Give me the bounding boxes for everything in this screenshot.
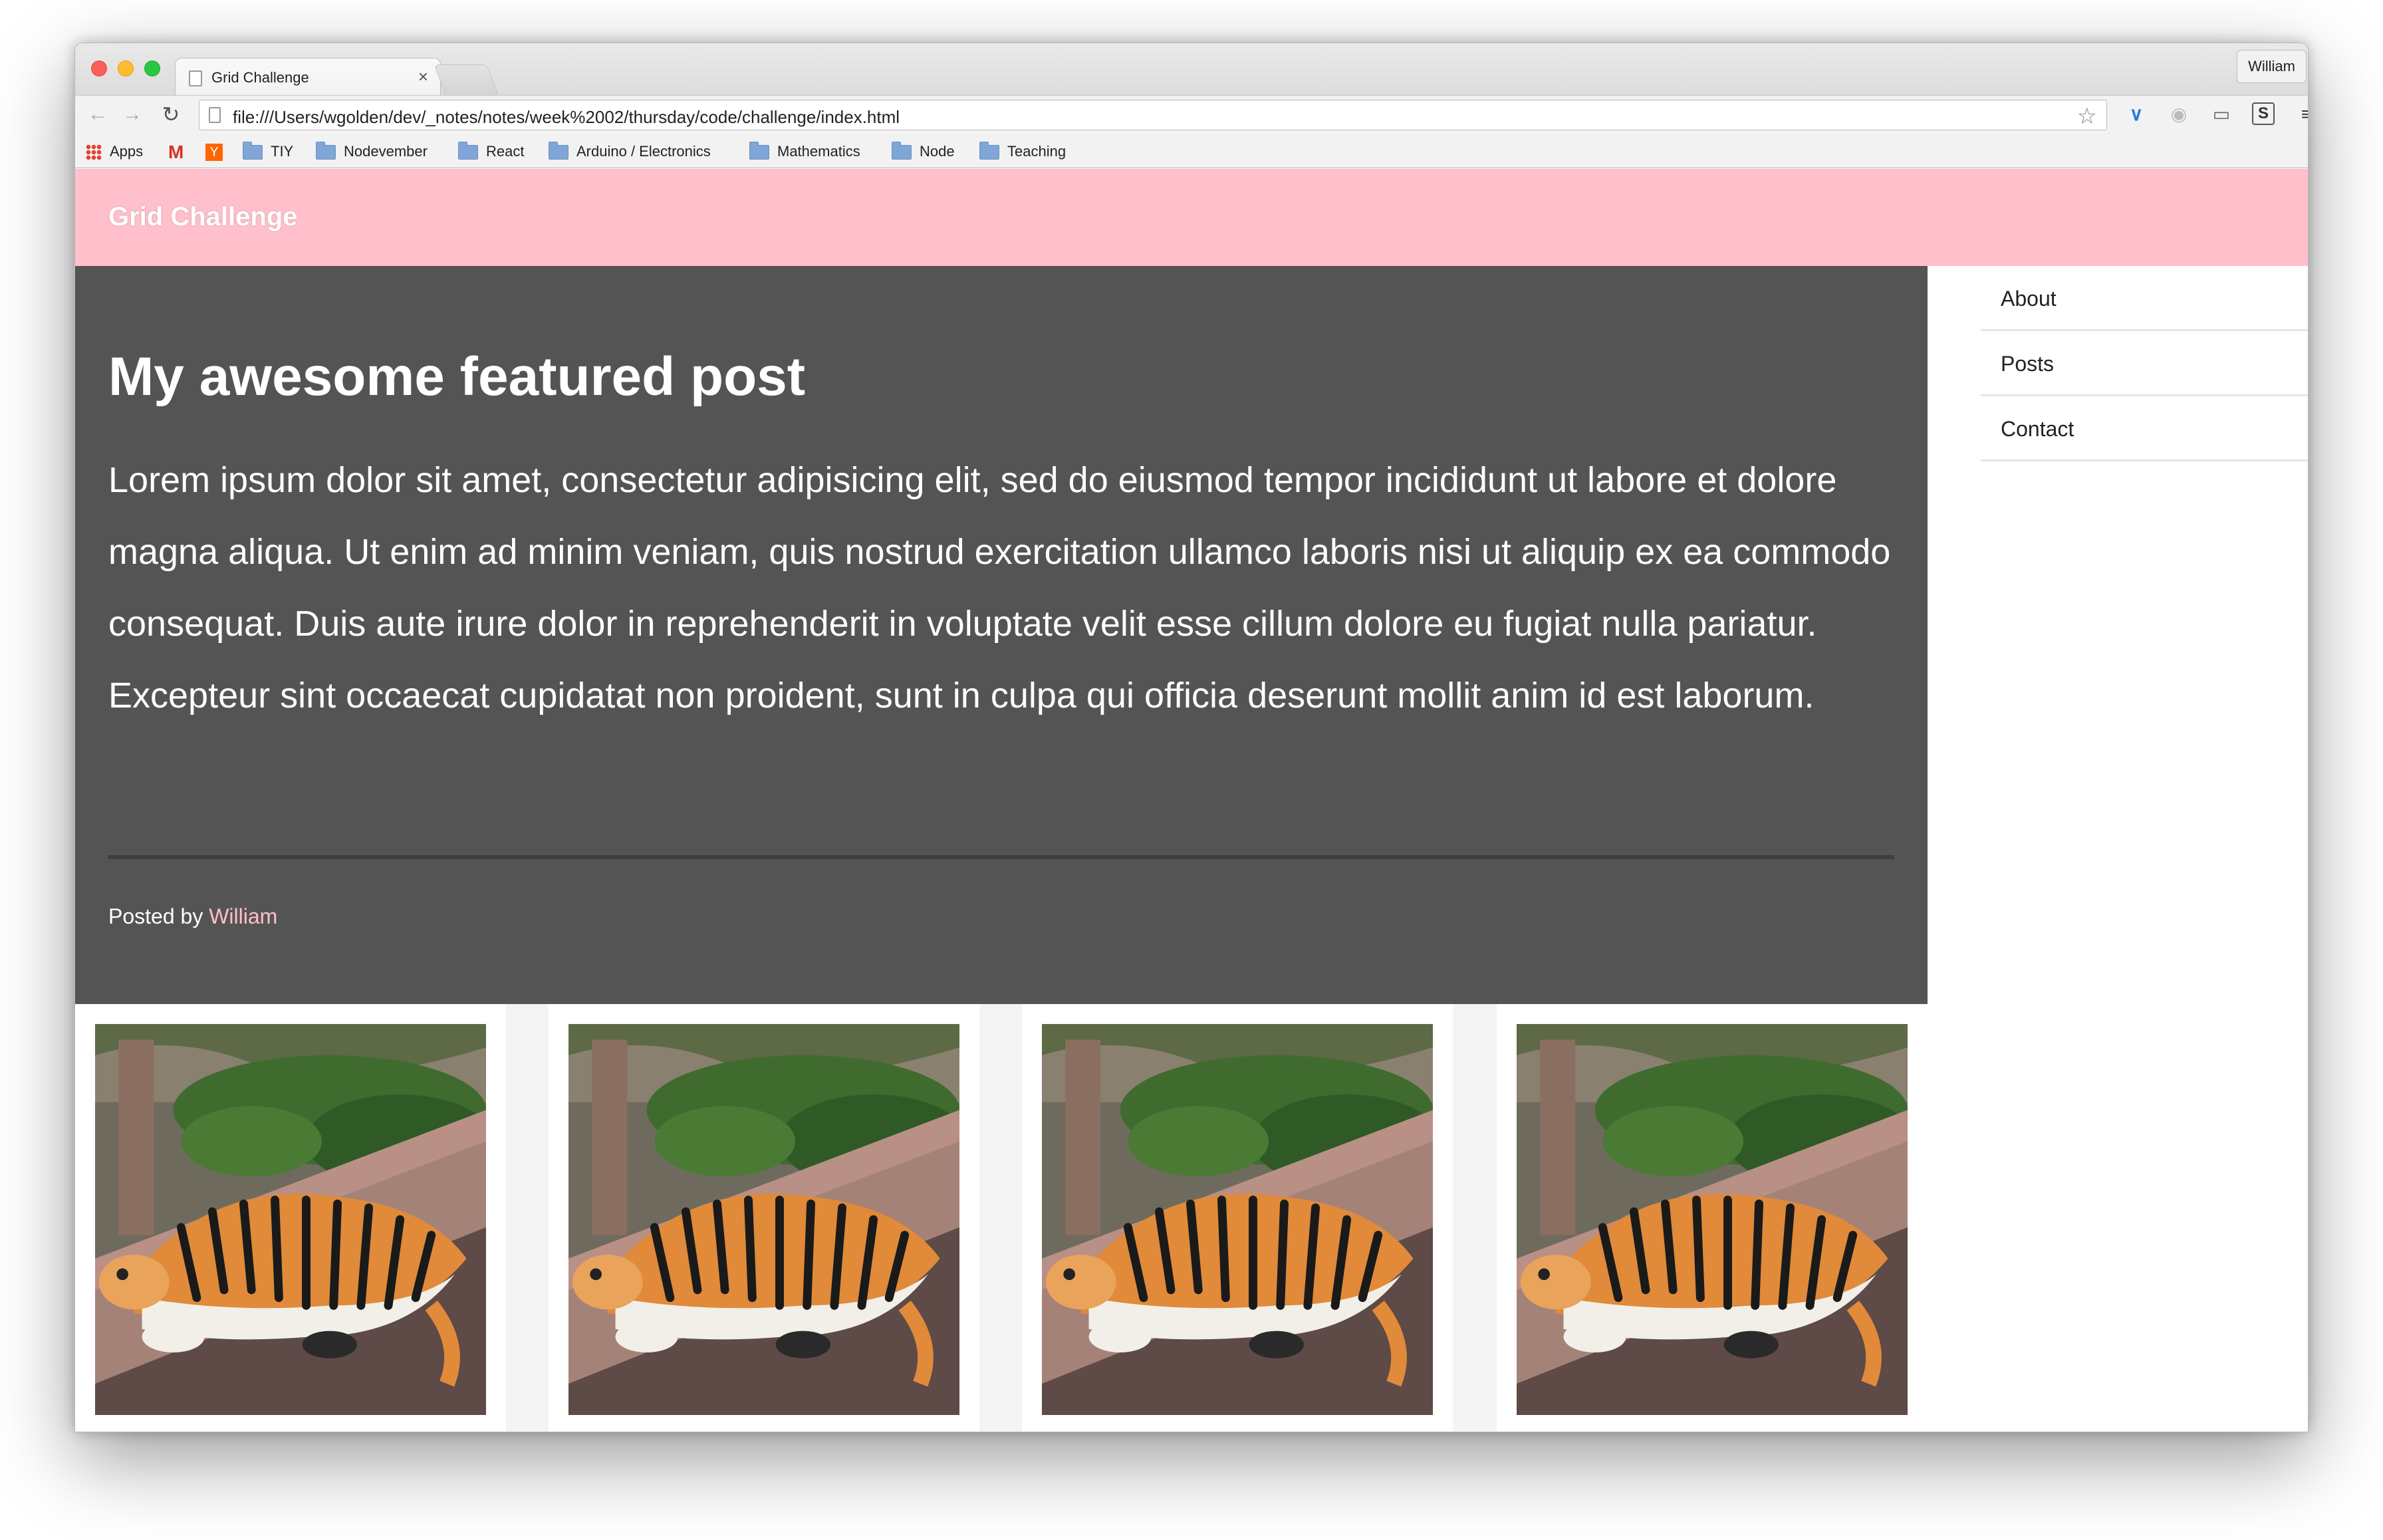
site-header: Grid Challenge xyxy=(75,169,2308,266)
sidebar-item-posts[interactable]: Posts xyxy=(1981,331,2308,396)
minimize-window-button[interactable] xyxy=(118,61,134,76)
gallery-card xyxy=(1497,1004,1928,1432)
apps-grid-icon xyxy=(86,144,102,161)
url-text[interactable]: file:///Users/wgolden/dev/_notes/notes/w… xyxy=(233,107,900,128)
tiger-image xyxy=(568,1024,959,1415)
extension-balloon-icon[interactable]: ◉ xyxy=(2167,102,2191,126)
folder-icon xyxy=(749,142,769,160)
page-icon xyxy=(189,70,202,86)
post-body: Lorem ipsum dolor sit amet, consectetur … xyxy=(108,460,1891,715)
bookmark-nodevember[interactable]: Nodevember xyxy=(316,142,428,162)
extension-tree-icon[interactable]: ≡ xyxy=(2295,102,2308,126)
post-meta: Posted by William xyxy=(108,904,277,929)
folder-icon xyxy=(243,142,263,160)
featured-post: My awesome featured post Lorem ipsum dol… xyxy=(75,266,1928,1004)
bookmark-mathematics[interactable]: Mathematics xyxy=(749,142,860,162)
posted-by-label: Posted by xyxy=(108,904,203,928)
gallery-card xyxy=(549,1004,979,1432)
bookmark-star-icon[interactable]: ☆ xyxy=(2077,103,2097,130)
sidebar-item-contact[interactable]: Contact xyxy=(1981,396,2308,461)
extension-s-icon[interactable]: S xyxy=(2252,102,2275,125)
profile-button[interactable]: William xyxy=(2237,50,2307,83)
gmail-icon: M xyxy=(168,142,184,163)
post-title: My awesome featured post xyxy=(108,346,806,407)
site-title[interactable]: Grid Challenge xyxy=(108,202,298,232)
tiger-image xyxy=(95,1024,486,1415)
gallery-card xyxy=(75,1004,506,1432)
gallery-card xyxy=(1022,1004,1453,1432)
bookmarks-bar: Apps M Y TIY Nodevember React Arduino / … xyxy=(75,134,2308,168)
bookmark-ycombinator[interactable]: Y xyxy=(205,142,231,162)
toolbar: ← → ↻ file:///Users/wgolden/dev/_notes/n… xyxy=(75,95,2308,134)
folder-icon xyxy=(316,142,336,160)
post-divider xyxy=(108,855,1894,859)
folder-icon xyxy=(892,142,912,160)
author-link[interactable]: William xyxy=(209,904,277,928)
close-window-button[interactable] xyxy=(91,61,107,76)
tab-grid-challenge[interactable]: Grid Challenge × xyxy=(175,58,441,96)
bookmark-node[interactable]: Node xyxy=(892,142,955,162)
sidebar-item-about[interactable]: About xyxy=(1981,266,2308,331)
reload-icon[interactable]: ↻ xyxy=(158,101,184,128)
extension-v-icon[interactable]: ∨ xyxy=(2124,102,2148,126)
folder-icon xyxy=(458,142,478,160)
address-bar[interactable]: file:///Users/wgolden/dev/_notes/notes/w… xyxy=(199,100,2107,130)
bookmark-teaching[interactable]: Teaching xyxy=(979,142,1066,162)
tiger-image xyxy=(1517,1024,1908,1415)
back-arrow-icon[interactable]: ← xyxy=(84,101,111,128)
cast-icon[interactable]: ▭ xyxy=(2209,102,2233,126)
folder-icon xyxy=(549,142,568,160)
image-gallery xyxy=(75,1004,1928,1432)
tiger-image xyxy=(1042,1024,1433,1415)
folder-icon xyxy=(979,142,999,160)
close-tab-icon[interactable]: × xyxy=(418,66,428,87)
page-viewport: Grid Challenge My awesome featured post … xyxy=(75,169,2308,1432)
bookmark-gmail[interactable]: M xyxy=(168,142,191,162)
bookmark-tiy[interactable]: TIY xyxy=(243,142,293,162)
sidebar-nav: About Posts Contact xyxy=(1981,266,2308,461)
bookmark-apps[interactable]: Apps xyxy=(86,142,143,162)
bookmark-react[interactable]: React xyxy=(458,142,524,162)
tab-title: Grid Challenge xyxy=(211,69,309,86)
tab-strip: Grid Challenge × William xyxy=(75,43,2308,96)
forward-arrow-icon[interactable]: → xyxy=(119,101,146,128)
ycombinator-icon: Y xyxy=(205,144,223,162)
bookmark-arduino-electronics[interactable]: Arduino / Electronics xyxy=(549,142,711,162)
browser-window: Grid Challenge × William ← → ↻ file:///U… xyxy=(74,43,2309,1432)
new-tab-button[interactable] xyxy=(434,64,499,95)
zoom-window-button[interactable] xyxy=(144,61,160,76)
page-icon xyxy=(209,107,221,123)
